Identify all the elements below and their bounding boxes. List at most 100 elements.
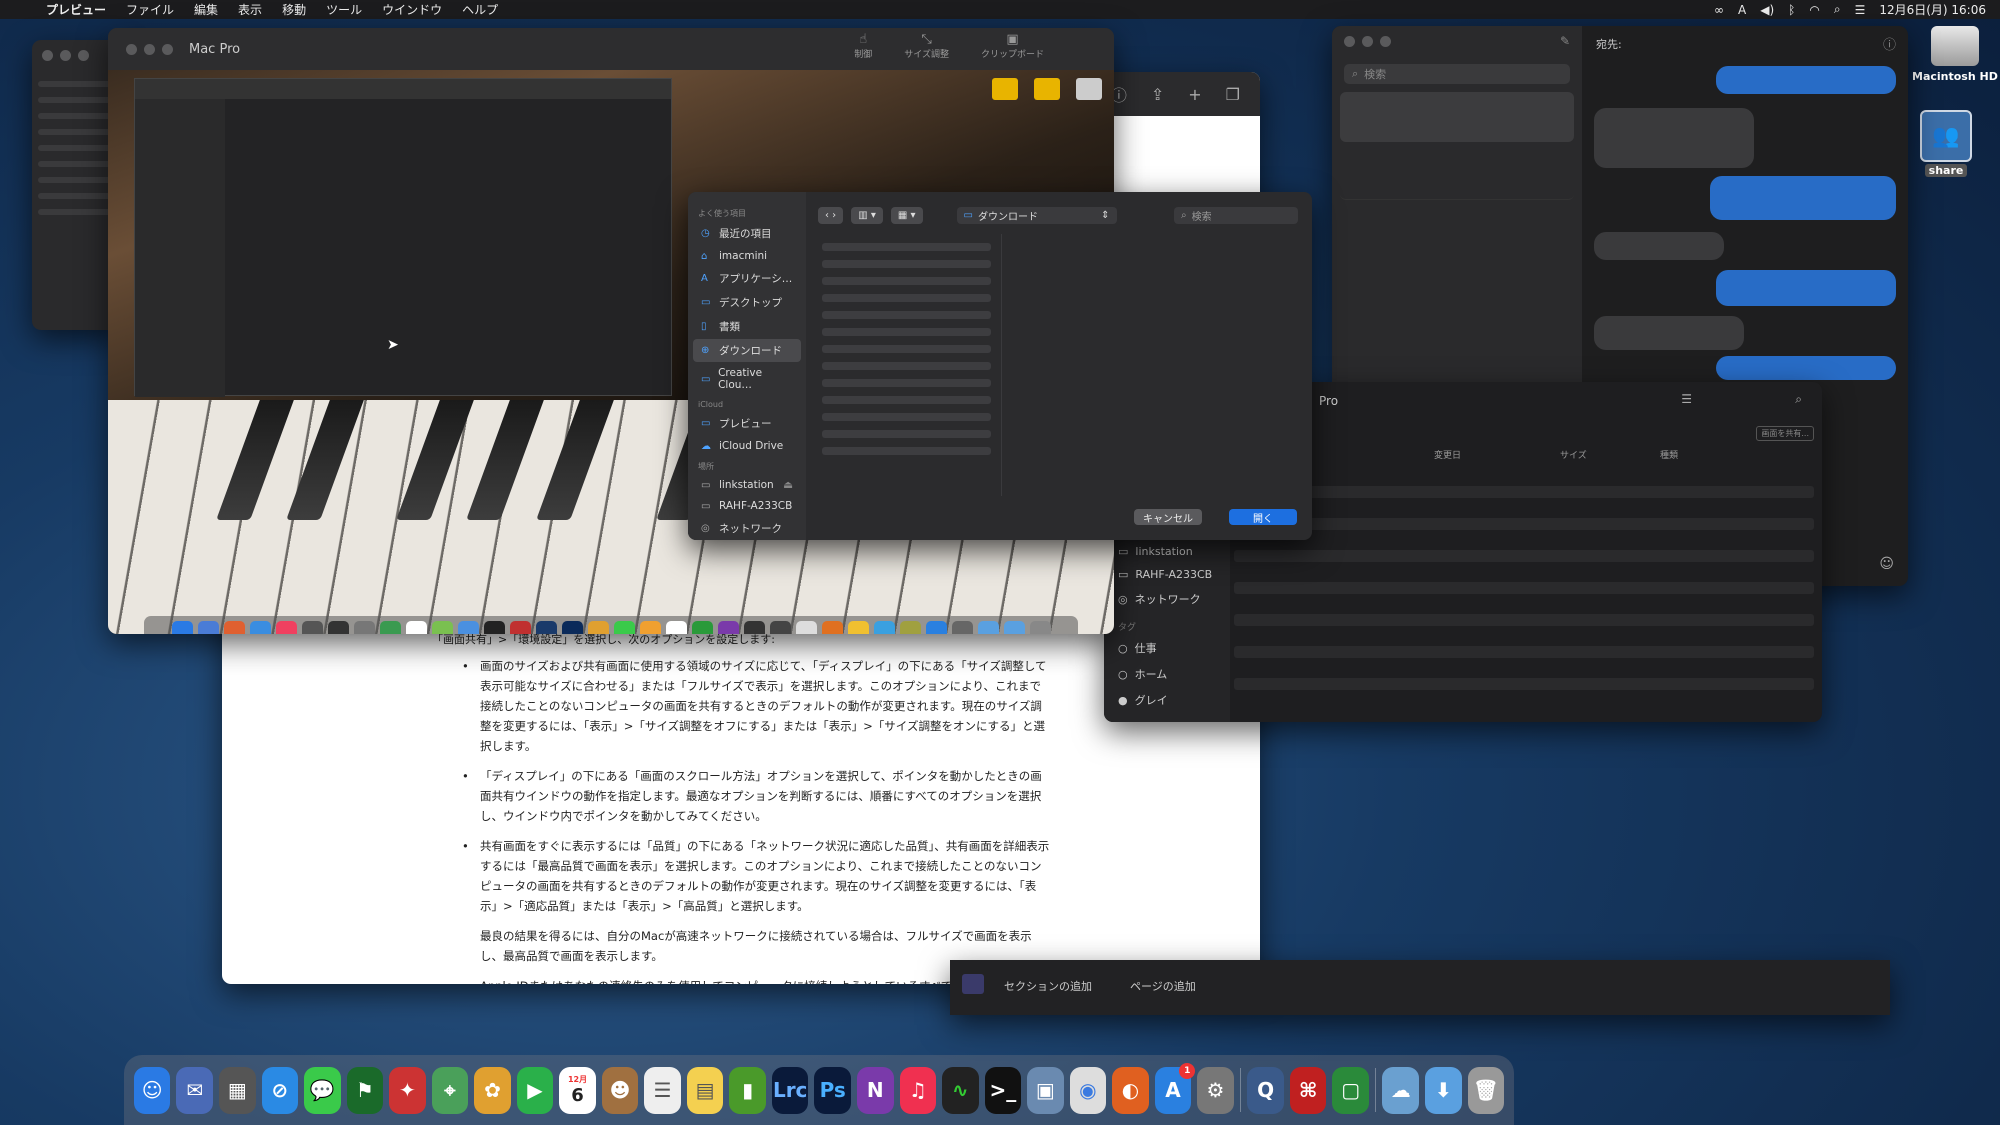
photoshop-icon[interactable] bbox=[561, 620, 583, 634]
app-icon[interactable] bbox=[457, 620, 479, 634]
contacts-icon[interactable]: ☻ bbox=[601, 1066, 639, 1114]
open-file-dialog[interactable]: よく使う項目 ◷ 最近の項目 ⌂ imacmini A アプリケーシ… ▭ デスクトップ… bbox=[688, 192, 1312, 540]
calendar-icon[interactable] bbox=[405, 620, 427, 634]
app-icon[interactable] bbox=[691, 620, 713, 634]
sidebar-item-icloud-drive[interactable]: ☁ iCloud Drive bbox=[693, 436, 801, 456]
trash-icon[interactable] bbox=[1029, 620, 1051, 634]
open-button[interactable]: 開く bbox=[1229, 509, 1297, 525]
volume-icon[interactable]: ◀) bbox=[1760, 3, 1774, 17]
file-row[interactable] bbox=[1234, 486, 1814, 498]
add-page-button[interactable]: ページの追加 bbox=[1130, 978, 1196, 994]
back-forward-buttons[interactable]: ‹ › bbox=[818, 206, 844, 224]
sidebar-item-documents[interactable]: ▯ 書類 bbox=[693, 315, 801, 338]
sidebar-item-preview[interactable]: ▭ プレビュー bbox=[693, 412, 801, 435]
messages-icon[interactable]: 💬 bbox=[304, 1066, 341, 1114]
duplicate-icon[interactable]: ❐ bbox=[1226, 85, 1240, 104]
macintosh-hd-desktop-item[interactable]: Macintosh HD bbox=[1912, 26, 1998, 83]
eject-icon[interactable]: ⏏ bbox=[783, 479, 793, 491]
lightroom-icon[interactable] bbox=[535, 620, 557, 634]
sidebar-item-imacmini[interactable]: ⌂ imacmini bbox=[693, 246, 801, 266]
file-row[interactable] bbox=[1234, 678, 1814, 690]
sidebar-item-network[interactable]: ◎ ネットワーク bbox=[693, 517, 801, 540]
onenote-icon[interactable] bbox=[717, 620, 739, 634]
control-center-icon[interactable]: ☰ bbox=[1855, 3, 1866, 17]
search-field[interactable]: ⌕ 検索 bbox=[1174, 206, 1298, 224]
folder-icon[interactable] bbox=[1003, 620, 1025, 634]
col-modified[interactable]: 変更日 bbox=[1434, 448, 1461, 461]
sidebar-item-linkstation[interactable]: ▭ linkstation ⏏ bbox=[693, 475, 801, 495]
file-row[interactable] bbox=[1234, 582, 1814, 594]
messages-search[interactable]: ⌕ 検索 bbox=[1344, 64, 1570, 84]
notes-icon[interactable]: ▤ bbox=[686, 1066, 724, 1114]
firefox-icon[interactable] bbox=[821, 620, 843, 634]
books-icon[interactable] bbox=[639, 620, 661, 634]
preview-icon[interactable]: ▣ bbox=[1027, 1066, 1064, 1114]
messages-icon[interactable] bbox=[613, 620, 635, 634]
acrobat-icon[interactable]: ⌘ bbox=[1289, 1066, 1327, 1114]
sidebar-item-rahf[interactable]: ▭ RAHF-A233CB bbox=[1104, 563, 1230, 586]
bluetooth-icon[interactable]: ᛒ bbox=[1788, 3, 1795, 17]
conversation-item[interactable] bbox=[1340, 150, 1574, 200]
downloads-folder-icon[interactable]: ⬇ bbox=[1424, 1066, 1462, 1114]
photos-icon[interactable]: ✿ bbox=[474, 1066, 511, 1114]
reminders-icon[interactable] bbox=[665, 620, 687, 634]
file-list[interactable] bbox=[812, 234, 1002, 496]
finder-icon[interactable] bbox=[171, 620, 193, 634]
app-icon[interactable] bbox=[379, 620, 401, 634]
app-icon[interactable] bbox=[327, 620, 349, 634]
photos-icon[interactable] bbox=[587, 620, 609, 634]
chrome-icon[interactable]: ◉ bbox=[1069, 1066, 1107, 1114]
app-icon[interactable] bbox=[847, 620, 869, 634]
quicktime-icon[interactable]: Q bbox=[1247, 1066, 1284, 1114]
group-button[interactable]: ▦ ▾ bbox=[890, 206, 923, 224]
music-icon[interactable] bbox=[275, 620, 297, 634]
app-icon[interactable] bbox=[509, 620, 531, 634]
menu-tools[interactable]: ツール bbox=[316, 1, 372, 18]
clipboard-button[interactable]: ▣ クリップボード bbox=[981, 32, 1044, 60]
menu-app-name[interactable]: プレビュー bbox=[36, 1, 116, 18]
mail-icon[interactable]: ✉ bbox=[176, 1066, 214, 1114]
terminal-icon[interactable]: >_ bbox=[984, 1066, 1022, 1114]
tag-gray[interactable]: ● グレイ bbox=[1104, 687, 1230, 713]
facetime-icon[interactable]: ▶ bbox=[516, 1066, 554, 1114]
app-icon[interactable] bbox=[353, 620, 375, 634]
list-view-icon[interactable]: ☰ bbox=[1681, 392, 1692, 406]
search-icon[interactable]: ⌕ bbox=[1795, 392, 1802, 407]
sidebar-item-linkstation[interactable]: ▭ linkstation bbox=[1104, 540, 1230, 563]
maps-icon[interactable]: ⌖ bbox=[431, 1066, 469, 1114]
sidebar-item-network[interactable]: ◎ ネットワーク bbox=[1104, 586, 1230, 612]
photoshop-icon[interactable]: Ps bbox=[814, 1066, 851, 1114]
add-section-button[interactable]: セクションの追加 bbox=[1004, 978, 1092, 994]
details-icon[interactable]: ⓘ bbox=[1883, 34, 1896, 53]
app-store-icon[interactable]: A1 bbox=[1154, 1062, 1196, 1114]
app-icon[interactable] bbox=[431, 620, 453, 634]
firefox-icon[interactable]: ◐ bbox=[1112, 1066, 1149, 1114]
trash-icon[interactable]: 🗑 bbox=[1467, 1066, 1505, 1114]
music-icon[interactable]: ♫ bbox=[899, 1066, 937, 1114]
sidebar-item-downloads[interactable]: ⊕ ダウンロード bbox=[693, 339, 801, 362]
folder-icon[interactable]: ☁ bbox=[1382, 1066, 1419, 1114]
launchpad-icon[interactable]: ▦ bbox=[219, 1066, 256, 1114]
activity-monitor-icon[interactable]: ∿ bbox=[942, 1066, 979, 1114]
emoji-icon[interactable]: ☺ bbox=[1879, 556, 1894, 572]
creative-cloud-icon[interactable]: ∞ bbox=[1714, 3, 1724, 17]
app-icon[interactable] bbox=[301, 620, 323, 634]
safari-icon[interactable] bbox=[249, 620, 271, 634]
column-view-button[interactable]: ▥ ▾ bbox=[851, 206, 883, 224]
cancel-button[interactable]: キャンセル bbox=[1134, 509, 1202, 525]
menu-edit[interactable]: 編集 bbox=[184, 1, 228, 18]
file-row[interactable] bbox=[1234, 614, 1814, 626]
drive-icon[interactable] bbox=[992, 78, 1018, 100]
app-icon[interactable] bbox=[743, 620, 765, 634]
sidebar-item-applications[interactable]: A アプリケーシ… bbox=[693, 267, 801, 290]
file-row[interactable] bbox=[1234, 518, 1814, 530]
notes-window-bottom[interactable]: セクションの追加 ページの追加 bbox=[950, 960, 1890, 1015]
hard-drive-icon[interactable] bbox=[1076, 78, 1102, 100]
numbers-icon[interactable]: ▮ bbox=[729, 1066, 766, 1114]
notebook-icon[interactable] bbox=[962, 974, 984, 994]
settings-icon[interactable] bbox=[951, 620, 973, 634]
share-desktop-item[interactable]: 👥 share bbox=[1920, 110, 1972, 177]
terminal-icon[interactable] bbox=[483, 620, 505, 634]
menu-go[interactable]: 移動 bbox=[272, 1, 316, 18]
menu-help[interactable]: ヘルプ bbox=[452, 1, 508, 18]
